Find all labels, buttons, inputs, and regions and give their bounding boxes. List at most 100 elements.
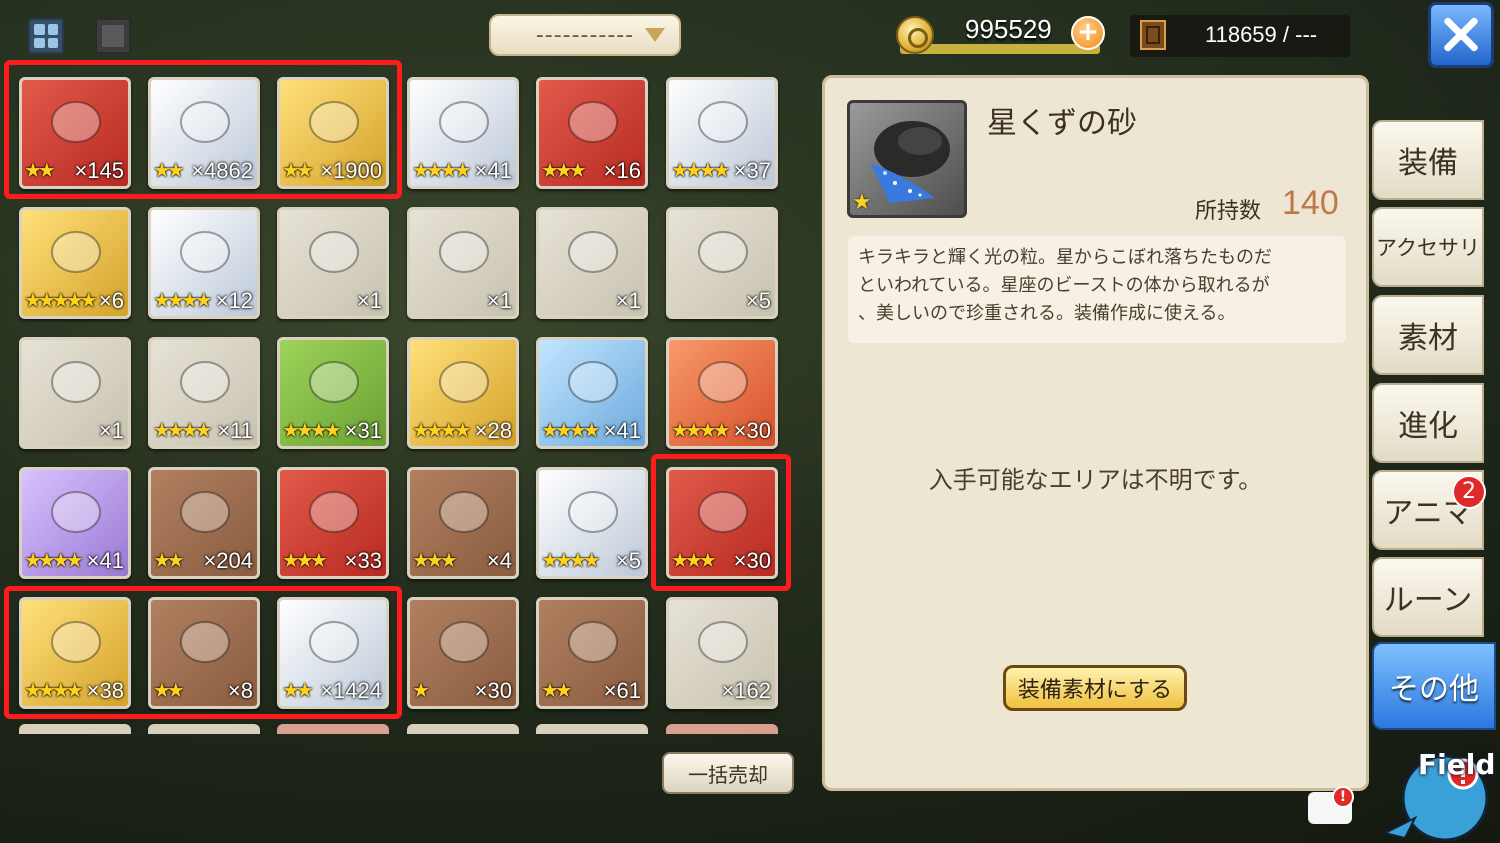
item-slot[interactable]: ★★★★ ×11: [148, 337, 260, 449]
highlight-frame: [4, 60, 402, 199]
item-slot[interactable]: ★★★★ ×41: [536, 337, 648, 449]
sell-all-button[interactable]: 一括売却: [662, 752, 794, 794]
description-line: キラキラと輝く光の粒。星からこぼれ落ちたものだ: [858, 247, 1272, 268]
item-count: ×30: [733, 418, 771, 443]
item-count: ×11: [217, 418, 253, 443]
highlight-frame: [651, 454, 791, 591]
item-count: ×61: [603, 678, 641, 703]
rarity-stars: ★★★★: [671, 158, 731, 182]
rarity-stars: ★★★★: [153, 418, 213, 442]
chevron-down-icon: [645, 28, 665, 42]
item-slot-partial: [666, 724, 778, 734]
item-slot[interactable]: ×1: [19, 337, 131, 449]
tab-material[interactable]: 素材: [1372, 295, 1484, 375]
item-count: ×6: [98, 288, 124, 313]
item-slot[interactable]: ★★★★ ×41: [407, 77, 519, 189]
item-count: ×162: [721, 678, 771, 703]
tab-equipment[interactable]: 装備: [1372, 120, 1484, 200]
stardust-sand-icon: ★: [847, 100, 967, 218]
item-slot[interactable]: ★★★★ ×5: [536, 467, 648, 579]
item-slot-partial: [19, 724, 131, 734]
beast-bust-icon: [563, 352, 623, 412]
rarity-stars: ★★★★: [412, 158, 472, 182]
vegetables-icon: [434, 482, 494, 542]
item-slot[interactable]: ★ ×30: [407, 597, 519, 709]
item-count: ×41: [603, 418, 641, 443]
item-name: 星くずの砂: [987, 106, 1137, 141]
mallet-icon: [563, 92, 623, 152]
hold-count-label: 所持数: [1195, 199, 1262, 224]
filter-dropdown[interactable]: -----------: [489, 14, 681, 56]
storage-amount: 118659 / ---: [1205, 22, 1318, 47]
item-slot[interactable]: ★★★ ×33: [277, 467, 389, 579]
item-count: ×5: [745, 288, 771, 313]
red-ticket-icon: [46, 352, 106, 412]
item-slot[interactable]: ×1: [536, 207, 648, 319]
field-label: Field: [1418, 748, 1496, 781]
coin-icon: [896, 16, 934, 54]
list-view-toggle[interactable]: [95, 18, 131, 54]
rarity-stars: ★★★★: [282, 418, 342, 442]
description-line: といわれている。星座のビーストの体から取れるが: [858, 275, 1270, 296]
notification-badge: 2: [1452, 475, 1486, 509]
rabbit-icon: [46, 482, 106, 542]
item-count: ×16: [603, 158, 641, 183]
make-equipment-material-button[interactable]: 装備素材にする: [1003, 665, 1187, 711]
item-slot[interactable]: ★★★★ ×12: [148, 207, 260, 319]
gold-amount: 995529: [965, 14, 1052, 44]
storage-box-icon: [1140, 20, 1166, 50]
item-slot[interactable]: ×5: [666, 207, 778, 319]
item-slot[interactable]: ×1: [407, 207, 519, 319]
hammer-icon: [434, 92, 494, 152]
purple-ticket-icon: [434, 222, 494, 282]
item-count: ×1: [615, 288, 641, 313]
close-button[interactable]: [1428, 2, 1494, 68]
item-count: ×4: [486, 548, 512, 573]
red-shard-icon: [175, 222, 235, 282]
item-slot[interactable]: ★★★ ×16: [536, 77, 648, 189]
item-count: ×1: [356, 288, 382, 313]
item-count: ×31: [344, 418, 382, 443]
gold-ticket-icon: [304, 222, 364, 282]
item-slot[interactable]: ★★★★ ×28: [407, 337, 519, 449]
rarity-stars: ★★: [153, 548, 185, 572]
tab-other[interactable]: その他: [1372, 642, 1496, 730]
tab-accessory[interactable]: アクセサリ: [1372, 207, 1484, 287]
item-slot[interactable]: ★★★★★ ×6: [19, 207, 131, 319]
green-crystal-icon: [175, 482, 235, 542]
item-count: ×5: [615, 548, 641, 573]
helmet-bust-icon: [434, 352, 494, 412]
dark-ore-icon: [563, 612, 623, 672]
item-slot[interactable]: ★★★★ ×37: [666, 77, 778, 189]
tab-evolution[interactable]: 進化: [1372, 383, 1484, 463]
hammer-icon: [693, 92, 753, 152]
item-slot[interactable]: ×162: [666, 597, 778, 709]
item-slot[interactable]: ★★★★ ×41: [19, 467, 131, 579]
item-count: ×12: [215, 288, 253, 313]
filter-dropdown-label: -----------: [535, 22, 635, 48]
grid-view-toggle[interactable]: [28, 18, 64, 54]
teal-ticket-icon: [563, 222, 623, 282]
dark-ore-icon: [434, 612, 494, 672]
item-slot[interactable]: ★★ ×61: [536, 597, 648, 709]
red-orb-icon: [693, 612, 753, 672]
item-slot[interactable]: ★★ ×204: [148, 467, 260, 579]
rarity-stars: ★★★★: [671, 418, 731, 442]
item-count: ×1: [98, 418, 124, 443]
item-slot-partial: [407, 724, 519, 734]
tab-rune[interactable]: ルーン: [1372, 557, 1484, 637]
item-slot[interactable]: ★★★★ ×31: [277, 337, 389, 449]
item-slot[interactable]: ★★★★ ×30: [666, 337, 778, 449]
hold-count-value: 140: [1282, 184, 1339, 222]
add-gold-button[interactable]: +: [1071, 16, 1105, 50]
item-slot-partial: [148, 724, 260, 734]
item-count: ×33: [344, 548, 382, 573]
rarity-stars: ★★★★: [153, 288, 213, 312]
rarity-stars: ★★★★: [412, 418, 472, 442]
chat-alert-badge: !: [1332, 786, 1354, 808]
item-slot[interactable]: ★★★ ×4: [407, 467, 519, 579]
rarity-stars: ★★★★: [24, 548, 84, 572]
item-slot[interactable]: ×1: [277, 207, 389, 319]
red-crystal-icon: [46, 222, 106, 282]
item-count: ×30: [474, 678, 512, 703]
